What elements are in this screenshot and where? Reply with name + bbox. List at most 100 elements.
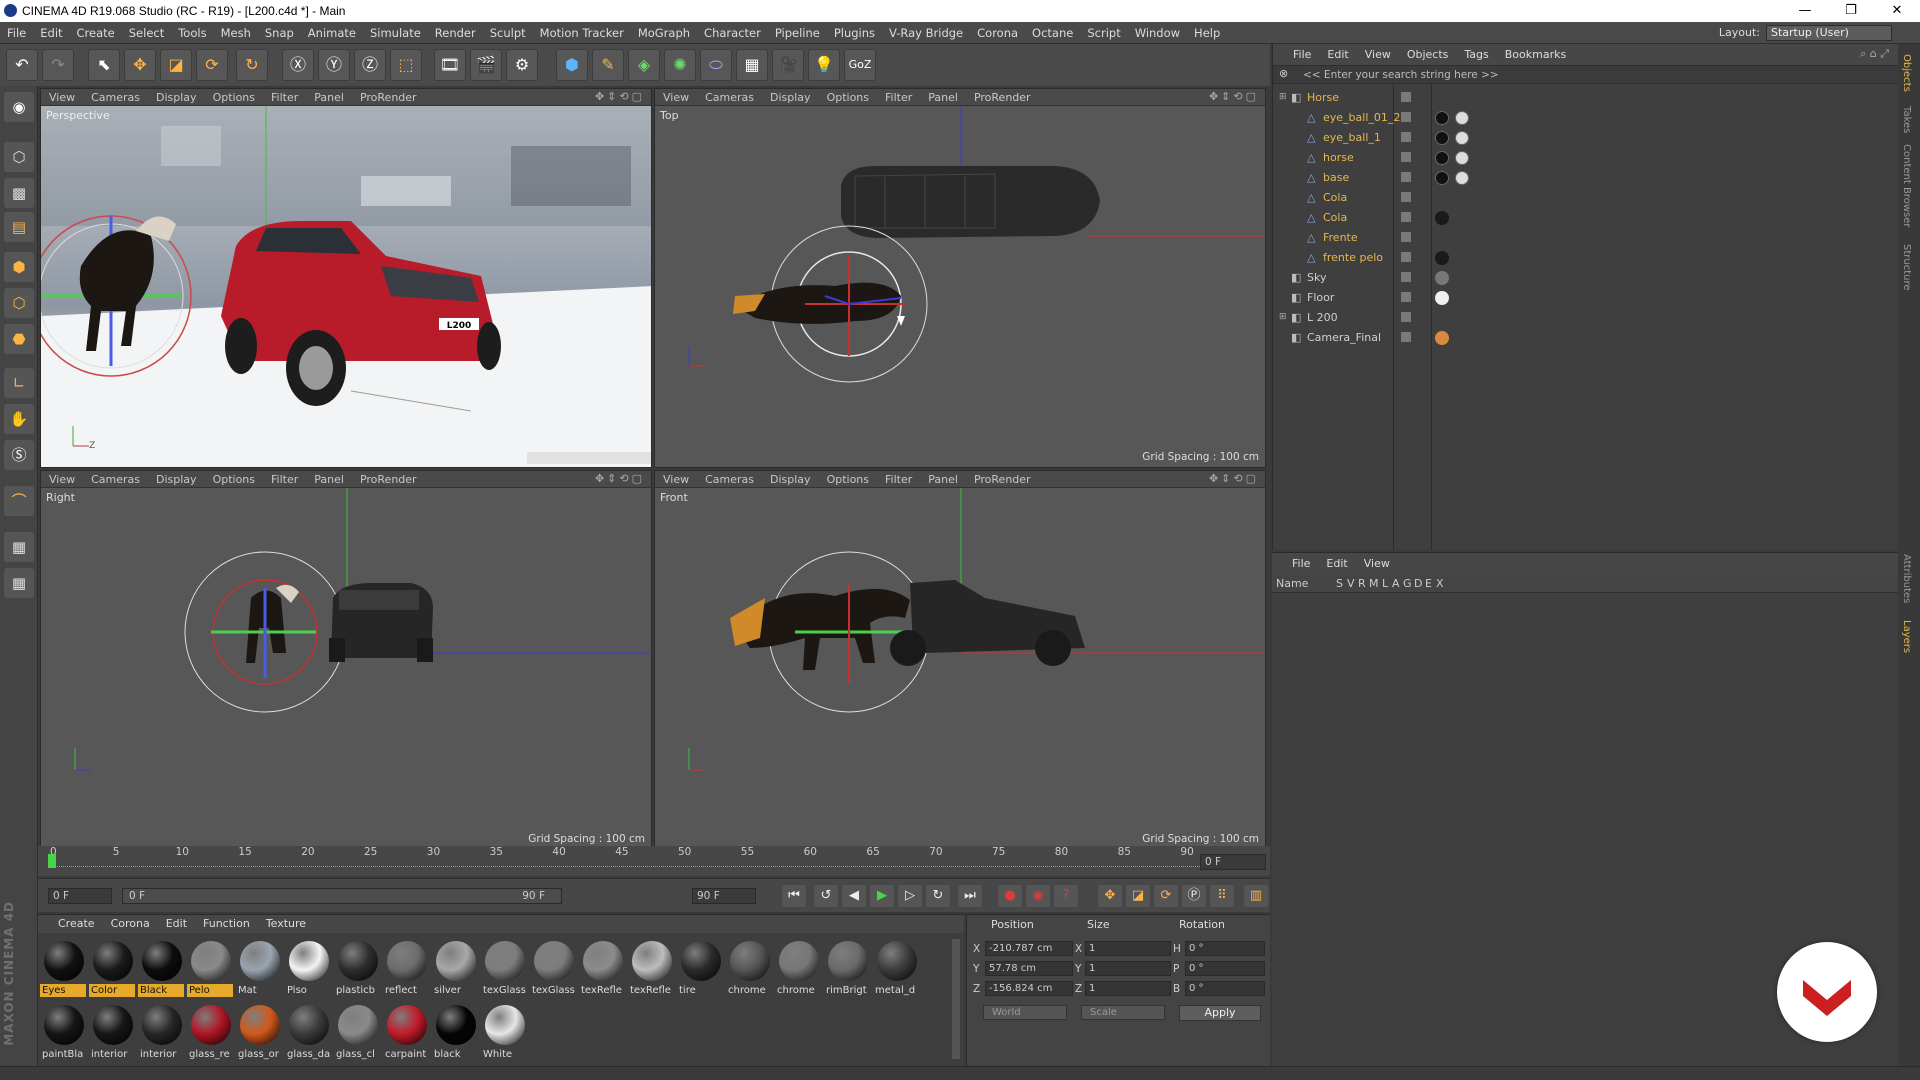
previous-key-icon[interactable]: ↺ [814,885,838,907]
expand-toggle-icon[interactable] [1295,152,1307,164]
select-arrow-icon[interactable]: ⬉ [88,49,120,81]
object-name[interactable]: Cola [1323,191,1347,204]
object-search-input[interactable]: << Enter your search string here >> [1299,68,1869,82]
rotation-h-field[interactable]: 0 ° [1185,941,1265,956]
lm-menu-edit[interactable]: Edit [1318,553,1355,575]
start-frame-field[interactable]: 0 F [48,888,112,904]
material-tag-icon[interactable] [1435,251,1449,265]
object-row[interactable]: ◧ Sky [1273,268,1899,288]
material-swatch[interactable]: texGlass [530,939,576,997]
search-close-icon[interactable]: ⊗ [1279,67,1288,80]
range-slider[interactable]: 0 F 90 F [122,888,562,904]
object-name[interactable]: Horse [1307,91,1339,104]
vp-menu-cameras[interactable]: Cameras [83,89,148,106]
lm-menu-file[interactable]: File [1272,553,1318,575]
object-name[interactable]: base [1323,171,1349,184]
menu-pipeline[interactable]: Pipeline [768,22,827,44]
visibility-toggle[interactable] [1401,152,1411,162]
y-axis-lock-icon[interactable]: Ⓨ [318,49,350,81]
material-tag-icon[interactable] [1455,111,1469,125]
workplane-mode-icon[interactable]: ▤ [4,212,34,242]
menu-file[interactable]: File [0,22,33,44]
visibility-toggle[interactable] [1401,92,1411,102]
key-pla-icon[interactable]: ⠿ [1210,885,1234,907]
cloner-icon[interactable]: ✺ [664,49,696,81]
om-search-home-icons[interactable]: ⌕ ⌂ ⤢ [1860,47,1889,61]
expand-toggle-icon[interactable]: ⊞ [1279,92,1291,104]
material-swatch[interactable]: plasticb [334,939,380,997]
x-axis-lock-icon[interactable]: Ⓧ [282,49,314,81]
vp-menu-view[interactable]: View [655,471,697,488]
expand-toggle-icon[interactable] [1295,192,1307,204]
material-swatch[interactable]: Black [138,939,184,997]
expand-toggle-icon[interactable] [1295,232,1307,244]
vp-menu-panel[interactable]: Panel [920,89,966,106]
vp-menu-cameras[interactable]: Cameras [697,89,762,106]
material-swatch[interactable]: texRefle [628,939,674,997]
current-frame-field[interactable]: 0 F [1200,854,1266,870]
position-x-field[interactable]: -210.787 cm [985,941,1073,956]
om-menu-objects[interactable]: Objects [1399,44,1457,66]
polygons-mode-icon[interactable]: ⬣ [4,324,34,354]
material-swatch[interactable]: black [432,1003,478,1061]
rotation-p-field[interactable]: 0 ° [1185,961,1265,976]
vp-menu-options[interactable]: Options [205,89,263,106]
vp-menu-prorender[interactable]: ProRender [352,89,425,106]
viewport-nav-icons[interactable]: ✥⇕⟲▢ [595,90,645,103]
menu-window[interactable]: Window [1128,22,1187,44]
close-button[interactable]: ✕ [1874,0,1920,22]
undo-icon[interactable]: ↶ [6,49,38,81]
tab-attributes[interactable]: Attributes [1901,554,1912,603]
light-icon[interactable]: 💡 [808,49,840,81]
material-swatch[interactable]: silver [432,939,478,997]
visibility-toggle[interactable] [1401,252,1411,262]
pen-spline-icon[interactable]: ✎ [592,49,624,81]
vp-menu-cameras[interactable]: Cameras [697,471,762,488]
menu-character[interactable]: Character [697,22,768,44]
planar-workplane-icon[interactable]: ▦ [4,568,34,598]
object-name[interactable]: Sky [1307,271,1326,284]
material-swatch[interactable]: glass_da [285,1003,331,1061]
mm-menu-create[interactable]: Create [38,915,103,933]
viewport-nav-icons[interactable]: ✥⇕⟲▢ [595,472,645,485]
vp-menu-panel[interactable]: Panel [920,471,966,488]
menu-select[interactable]: Select [122,22,171,44]
minimize-button[interactable]: — [1782,0,1828,22]
material-swatch[interactable]: glass_or [236,1003,282,1061]
expand-toggle-icon[interactable] [1279,272,1291,284]
viewport-right[interactable]: View Cameras Display Options Filter Panel ProR… [40,470,652,850]
material-swatch[interactable]: interior [138,1003,184,1061]
object-row[interactable]: ◧ Floor [1273,288,1899,308]
object-name[interactable]: L 200 [1307,311,1338,324]
menu-render[interactable]: Render [428,22,483,44]
menu-mesh[interactable]: Mesh [214,22,258,44]
vp-menu-panel[interactable]: Panel [306,89,352,106]
model-mode-icon[interactable]: ⬡ [4,142,34,172]
layout-dropdown[interactable]: Startup (User) [1766,25,1892,41]
tab-takes[interactable]: Takes [1901,106,1912,133]
material-swatch[interactable]: Eyes [40,939,86,997]
object-row[interactable]: ◧ Camera_Final [1273,328,1899,348]
coordinate-system-icon[interactable]: ⬚ [390,49,422,81]
visibility-toggle[interactable] [1401,272,1411,282]
mm-menu-function[interactable]: Function [195,915,258,933]
lm-menu-view[interactable]: View [1356,553,1398,575]
timeline-ruler[interactable]: 0 5 10 15 20 25 30 35 40 45 50 55 60 65 70 75 80 85 90 0 F [38,846,1270,876]
scale-tool-icon[interactable]: ◪ [160,49,192,81]
layer-col-m[interactable]: M [1369,577,1379,590]
cube-primitive-icon[interactable]: ⬢ [556,49,588,81]
menu-mograph[interactable]: MoGraph [631,22,697,44]
vp-menu-view[interactable]: View [655,89,697,106]
keyframe-selection-icon[interactable]: ? [1054,885,1078,907]
lock-workplane-icon[interactable]: ▦ [4,532,34,562]
object-name[interactable]: Cola [1323,211,1347,224]
expand-toggle-icon[interactable] [1295,212,1307,224]
vp-menu-display[interactable]: Display [148,471,205,488]
viewport-front[interactable]: View Cameras Display Options Filter Panel ProR… [654,470,1266,850]
om-menu-file[interactable]: File [1273,44,1319,66]
layer-col-d[interactable]: D [1414,577,1422,590]
vp-menu-options[interactable]: Options [819,89,877,106]
material-swatch[interactable]: chrome [775,939,821,997]
material-swatch[interactable]: reflect [383,939,429,997]
timeline-window-icon[interactable]: ▥ [1244,885,1268,907]
